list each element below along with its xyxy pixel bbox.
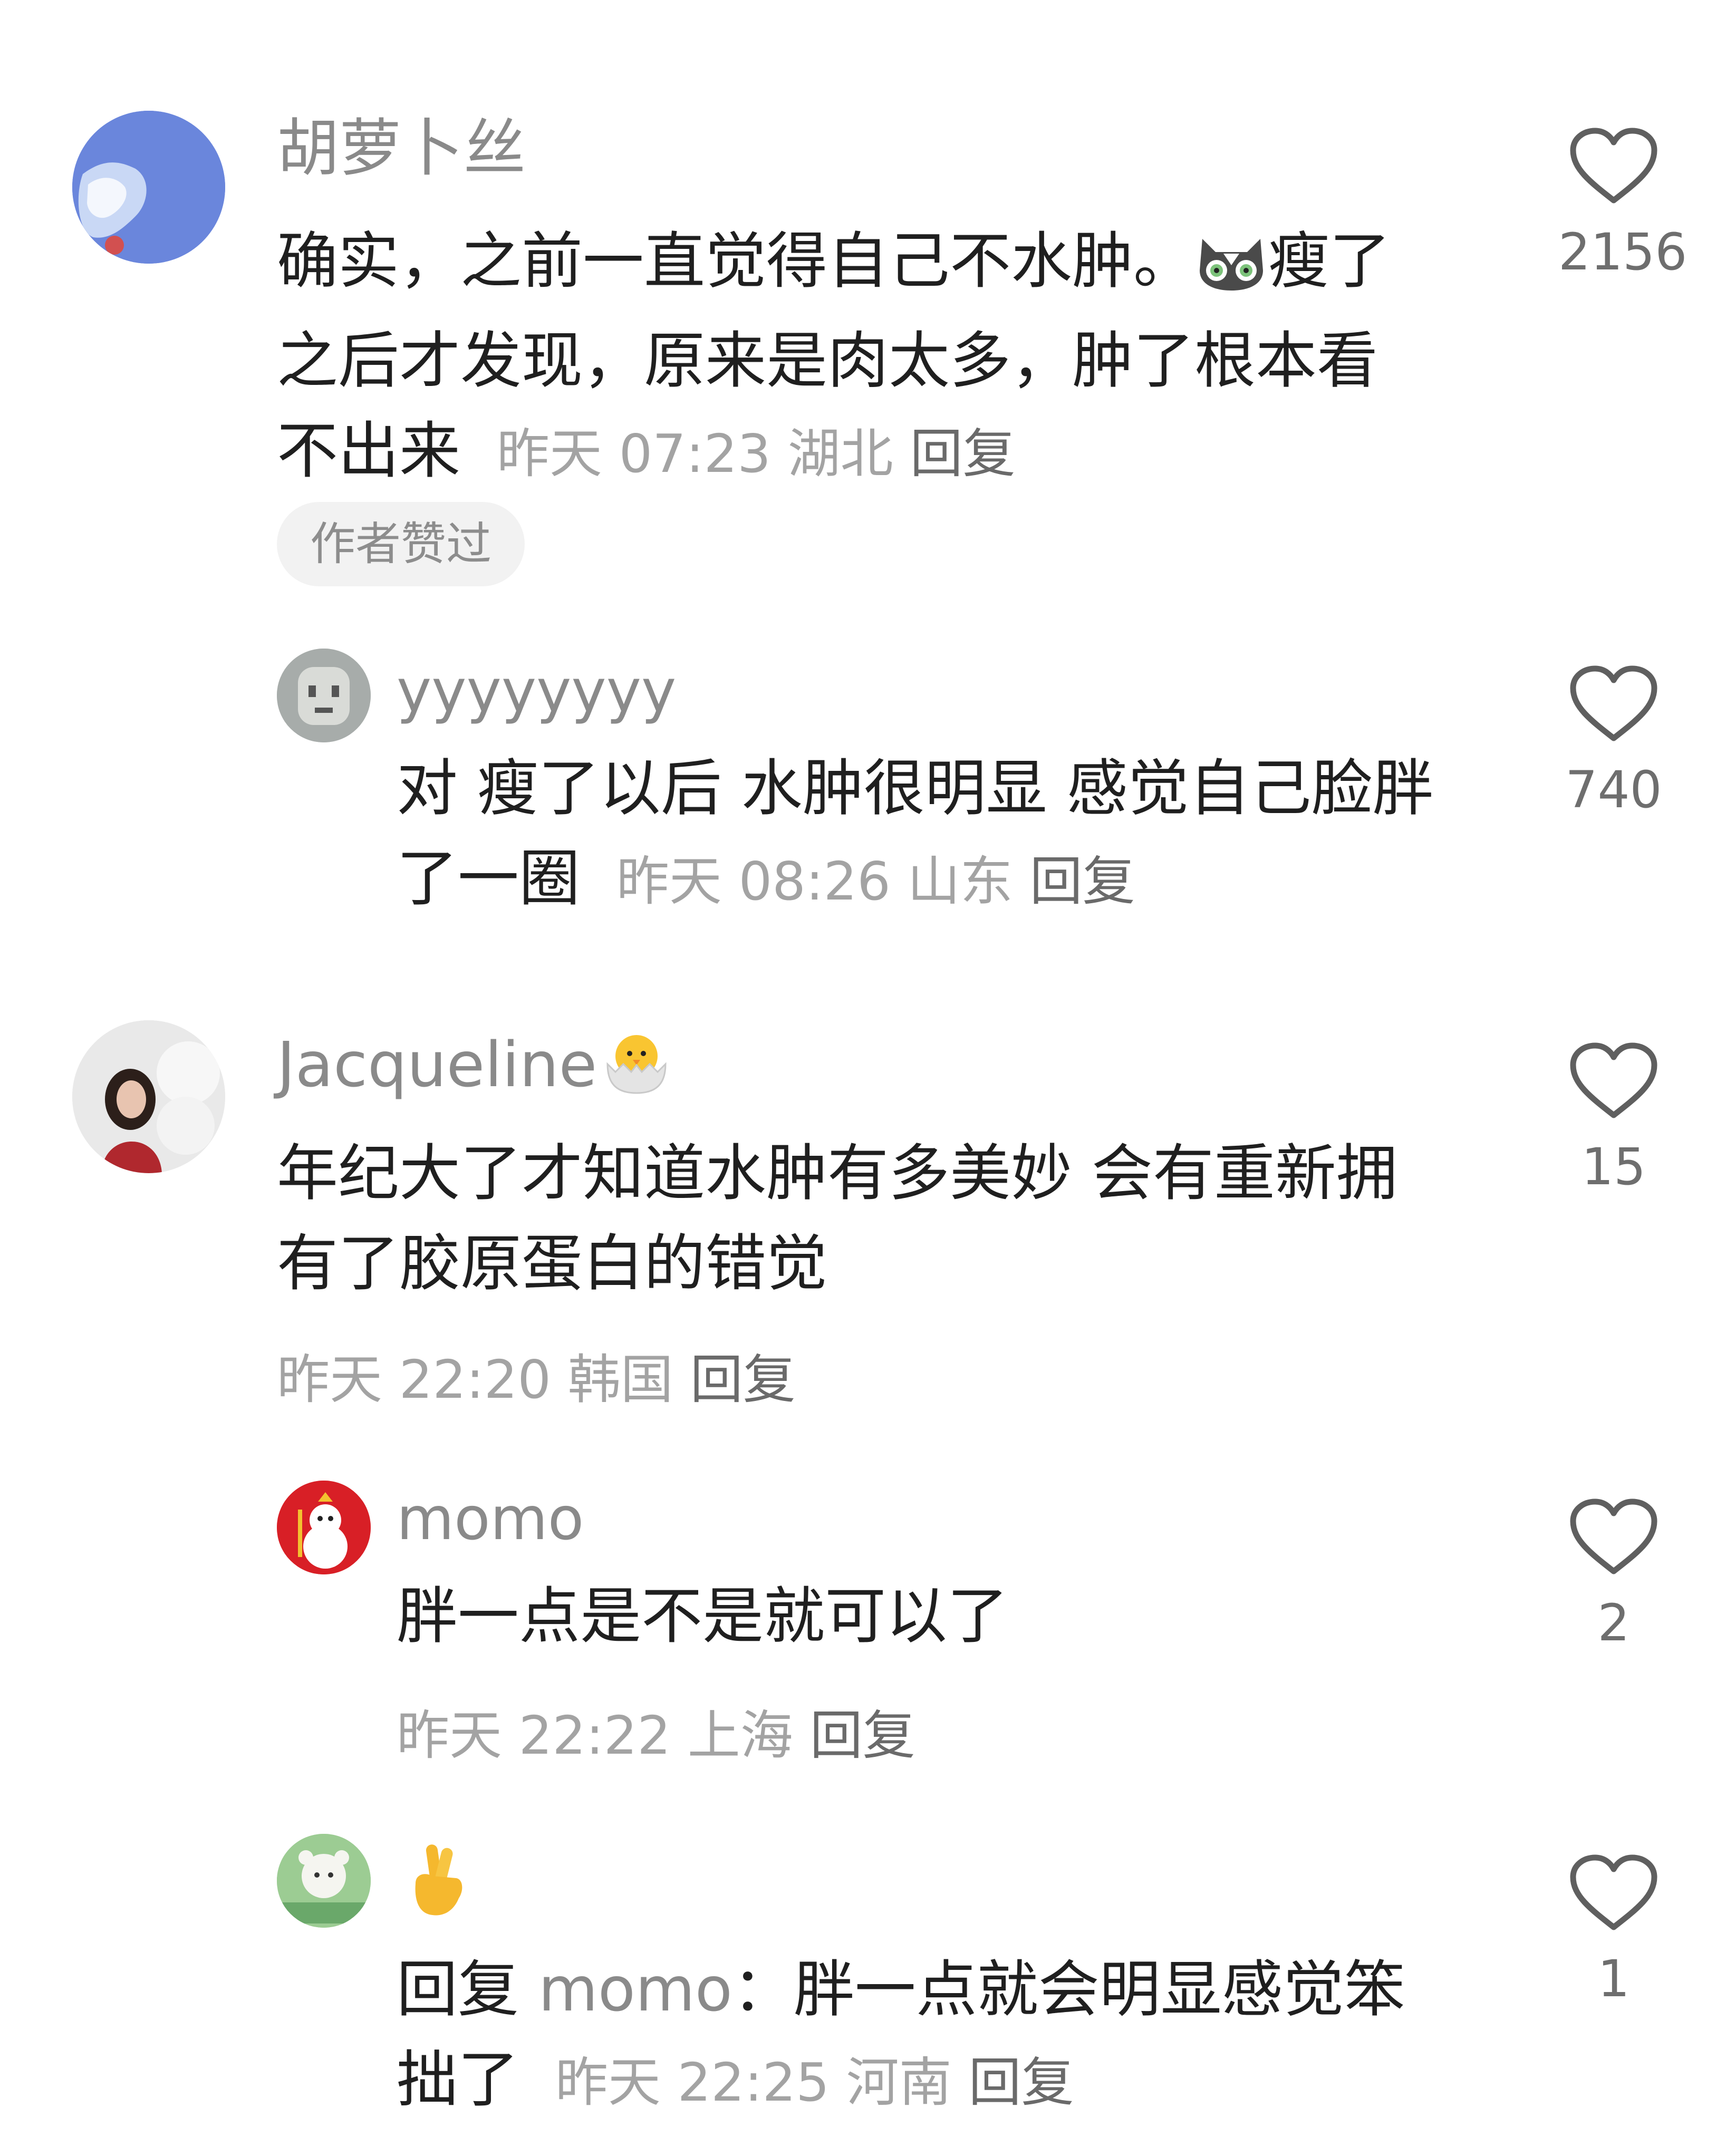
- reply-button[interactable]: 回复: [1030, 850, 1135, 912]
- username-text: Jacqueline: [277, 1028, 597, 1101]
- avatar-image: [277, 1834, 371, 1928]
- comment-time: 昨天 22:20: [277, 1349, 551, 1410]
- comment-time: 昨天 22:25: [555, 2052, 830, 2113]
- comment-location: 河南: [846, 2052, 952, 2113]
- cat-face-icon: [1194, 226, 1268, 316]
- like-control[interactable]: 2156: [1558, 127, 1688, 282]
- like-control[interactable]: 2: [1558, 1497, 1669, 1648]
- hatching-chick-icon: [597, 1027, 676, 1105]
- avatar-image: [72, 1020, 225, 1173]
- comment-time: 昨天 08:26: [616, 850, 891, 912]
- reply-button[interactable]: 回复: [910, 423, 1016, 485]
- username[interactable]: Jacqueline: [277, 1027, 676, 1105]
- avatar[interactable]: [72, 111, 225, 264]
- heart-icon[interactable]: [1569, 1041, 1658, 1120]
- comment-text-part: 胖一点是不是就可以了: [397, 1581, 1008, 1652]
- avatar-image: [72, 111, 225, 264]
- comment-text: 胖一点是不是就可以了: [397, 1571, 1457, 1661]
- comment-location: 山东: [907, 850, 1013, 912]
- username[interactable]: 胡萝卜丝: [277, 117, 526, 179]
- avatar-image: [277, 649, 371, 742]
- like-count: 2: [1597, 1593, 1630, 1652]
- comment-location: 韩国: [567, 1349, 673, 1410]
- comment-text-part: 确实，之前一直觉得自己不水肿。: [277, 226, 1194, 297]
- comment-text: 回复 momo：胖一点就会明显感觉笨拙了 昨天 22:25 河南 回复: [397, 1945, 1457, 2128]
- like-control[interactable]: 15: [1558, 1041, 1669, 1192]
- mention-link[interactable]: momo: [538, 1954, 732, 2025]
- heart-icon[interactable]: [1569, 127, 1658, 206]
- reply-button[interactable]: 回复: [810, 1705, 915, 1766]
- reply-prefix: 回复: [397, 1954, 519, 2025]
- comment-time: 昨天 07:23: [496, 423, 771, 485]
- like-control[interactable]: 1: [1558, 1853, 1669, 2004]
- comment-text-part: 年纪大了才知道水肿有多美妙 会有重新拥有了胶原蛋白的错觉: [277, 1138, 1397, 1299]
- comment-text: 对 瘦了以后 水肿很明显 感觉自己脸胖了一圈 昨天 08:26 山东 回复: [397, 743, 1457, 926]
- comment-text: 确实，之前一直觉得自己不水肿。 瘦了之后才发现，原来是肉太多，肿了根本看不出来 昨…: [277, 216, 1421, 499]
- heart-icon[interactable]: [1569, 1497, 1658, 1577]
- reply-button[interactable]: 回复: [969, 2052, 1074, 2113]
- heart-icon[interactable]: [1569, 664, 1658, 743]
- author-liked-badge: 作者赞过: [277, 502, 525, 586]
- like-count: 1: [1597, 1949, 1630, 2008]
- username[interactable]: momo: [397, 1490, 584, 1549]
- comment-location: 上海: [687, 1705, 793, 1766]
- like-count: 15: [1581, 1137, 1646, 1196]
- avatar[interactable]: [277, 649, 371, 742]
- avatar[interactable]: [277, 1481, 371, 1574]
- username[interactable]: yyyyyyyy: [397, 662, 676, 721]
- heart-icon[interactable]: [1569, 1853, 1658, 1932]
- comment-meta: 昨天 22:20 韩国 回复: [277, 1337, 796, 1413]
- comment-text: 年纪大了才知道水肿有多美妙 会有重新拥有了胶原蛋白的错觉: [277, 1128, 1421, 1309]
- like-count: 2156: [1558, 223, 1688, 282]
- like-count: 740: [1565, 760, 1662, 819]
- avatar[interactable]: [277, 1834, 371, 1928]
- avatar-image: [277, 1481, 371, 1574]
- comment-time: 昨天 22:22: [397, 1705, 671, 1766]
- crossed-fingers-icon: [406, 1840, 469, 1921]
- reply-button[interactable]: 回复: [690, 1349, 796, 1410]
- like-control[interactable]: 740: [1558, 664, 1669, 815]
- comment-meta: 昨天 22:22 上海 回复: [397, 1693, 915, 1769]
- avatar[interactable]: [72, 1020, 225, 1173]
- comment-location: 湖北: [787, 423, 893, 485]
